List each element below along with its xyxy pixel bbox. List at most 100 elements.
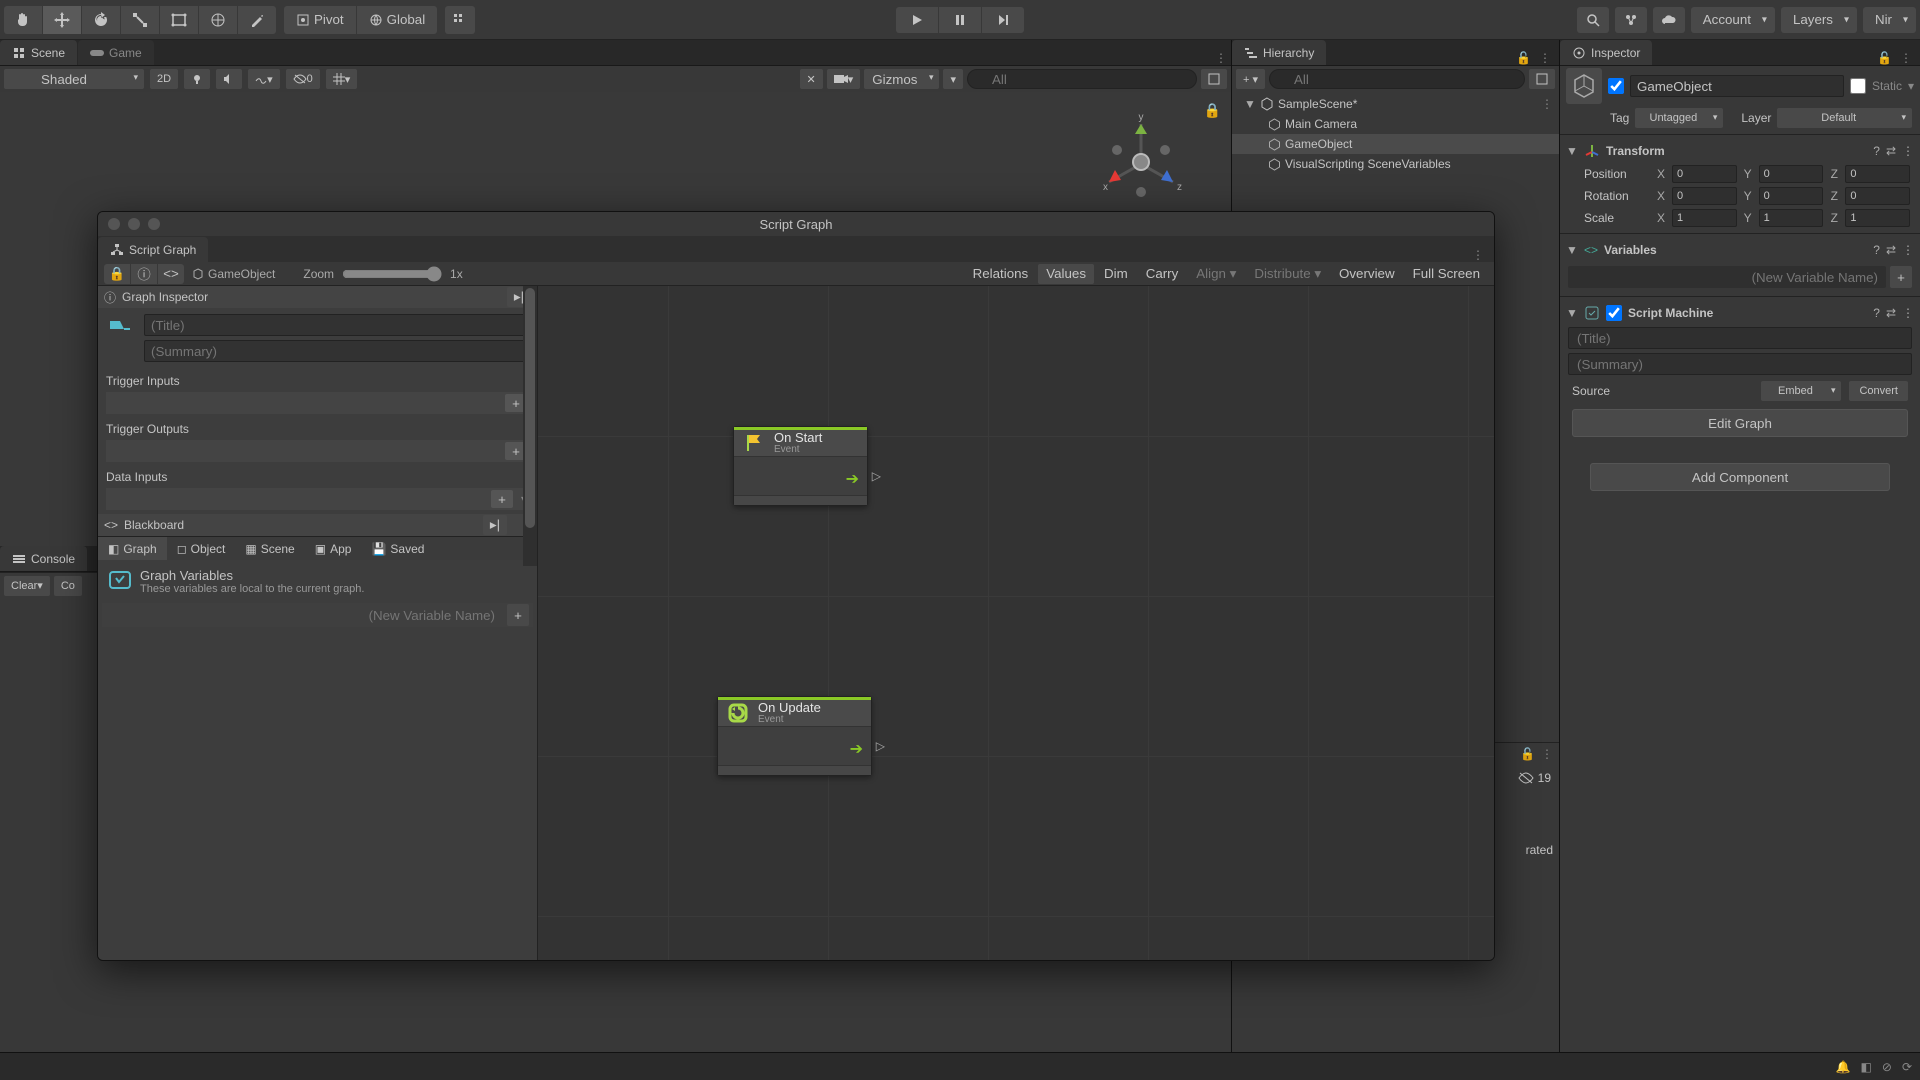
gizmos-dropdown[interactable]: Gizmos [864,69,939,89]
output-port[interactable]: ▷ [872,469,881,483]
graph-title-field[interactable] [1568,327,1912,349]
transform-header[interactable]: ▼ Transform ? ⇄ ⋮ [1560,139,1920,163]
scale-tool[interactable] [121,6,159,34]
status-icon-2[interactable]: ◧ [1861,1060,1872,1074]
tab-inspector[interactable]: Inspector [1560,40,1652,65]
graph-code-button[interactable]: <> [158,264,184,284]
values-button[interactable]: Values [1038,264,1094,284]
hierarchy-search-input[interactable] [1269,69,1525,89]
preset-icon[interactable]: ⇄ [1886,306,1896,320]
step-button[interactable] [982,7,1024,33]
transform-tool[interactable] [199,6,237,34]
foldout-arrow-icon[interactable]: ▼ [1566,144,1578,158]
node-header[interactable]: On Start Event [734,427,867,457]
overview-button[interactable]: Overview [1331,264,1403,284]
gizmos-extra[interactable]: ▾ [943,69,963,89]
search-button[interactable] [1577,7,1609,33]
hierarchy-item-gameobject[interactable]: GameObject [1232,134,1559,154]
add-variable-button[interactable]: + [1890,266,1912,288]
component-menu-icon[interactable]: ⋮ [1902,243,1914,257]
convert-button[interactable]: Convert [1849,381,1908,401]
lock-icon[interactable]: 🔒 [1204,102,1221,119]
graph-title-input[interactable] [144,314,529,336]
lower-lock-icon[interactable]: 🔓 [1520,747,1535,761]
fullscreen-button[interactable]: Full Screen [1405,264,1488,284]
tab-hierarchy[interactable]: Hierarchy [1232,40,1326,65]
add-component-button[interactable]: Add Component [1590,463,1890,491]
cloud-button[interactable] [1653,7,1685,33]
console-collapse-button[interactable]: Co [54,576,82,596]
distribute-dropdown[interactable]: Distribute ▾ [1246,264,1329,284]
lighting-toggle[interactable] [184,69,210,89]
object-active-checkbox[interactable] [1608,78,1624,94]
blackboard-collapse-button[interactable]: ▸| [483,515,507,535]
scale-x-field[interactable] [1672,209,1737,227]
hierarchy-item-scenevars[interactable]: VisualScripting SceneVariables [1232,154,1559,174]
grid-dropdown[interactable]: ▾ [326,69,358,89]
hierarchy-lock-icon[interactable]: 🔓 [1516,51,1531,65]
graph-canvas[interactable]: On Start Event ➔ ▷ On Update Event [538,286,1494,960]
rotation-z-field[interactable] [1845,187,1910,205]
dim-button[interactable]: Dim [1096,264,1136,284]
bb-tab-app[interactable]: ▣App [305,537,362,560]
graph-summary-field[interactable] [1568,353,1912,375]
sidebar-scrollbar[interactable] [523,286,537,566]
layer-dropdown[interactable]: Default [1777,108,1912,128]
position-y-field[interactable] [1759,165,1824,183]
draw-mode-dropdown[interactable]: Shaded [4,69,144,89]
zoom-slider[interactable] [342,266,442,282]
rect-tool[interactable] [160,6,198,34]
foldout-arrow-icon[interactable]: ▼ [1244,97,1256,111]
inspector-panel-menu[interactable]: ⋮ [1896,51,1916,65]
static-checkbox[interactable] [1850,78,1866,94]
traffic-close-icon[interactable] [108,218,120,230]
output-port[interactable]: ▷ [876,739,885,753]
bb-tab-saved[interactable]: 💾Saved [361,537,434,560]
script-graph-titlebar[interactable]: Script Graph [98,212,1494,236]
add-data-input-button[interactable]: + [491,490,513,508]
rotation-x-field[interactable] [1672,187,1737,205]
scrollbar-thumb[interactable] [525,288,535,528]
tab-console[interactable]: Console [0,546,87,571]
layout-dropdown[interactable]: Nir [1863,7,1916,33]
object-name-field[interactable] [1630,75,1844,97]
blackboard-new-var-field[interactable] [106,604,503,626]
bb-tab-scene[interactable]: ▦Scene [235,537,304,560]
fx-dropdown[interactable]: ▾ [248,69,280,89]
collab-button[interactable] [1615,7,1647,33]
traffic-minimize-icon[interactable] [128,218,140,230]
script-machine-header[interactable]: ▼ Script Machine ? ⇄ ⋮ [1560,301,1920,325]
hierarchy-panel-menu[interactable]: ⋮ [1535,51,1555,65]
component-menu-icon[interactable]: ⋮ [1902,144,1914,158]
layers-dropdown[interactable]: Layers [1781,7,1857,33]
help-icon[interactable]: ? [1873,144,1880,158]
custom-tool[interactable] [238,6,276,34]
align-dropdown[interactable]: Align ▾ [1188,264,1244,284]
pivot-toggle[interactable]: Pivot [284,6,356,34]
tab-game[interactable]: Game [78,40,154,65]
lower-panel-menu[interactable]: ⋮ [1541,747,1553,761]
scale-z-field[interactable] [1845,209,1910,227]
traffic-zoom-icon[interactable] [148,218,160,230]
help-icon[interactable]: ? [1873,243,1880,257]
foldout-arrow-icon[interactable]: ▼ [1566,243,1578,257]
status-icon-3[interactable]: ⊘ [1882,1060,1892,1074]
mode-2d-toggle[interactable]: 2D [150,69,178,89]
camera-dropdown[interactable]: ▾ [827,69,861,89]
new-variable-name-field[interactable] [1568,266,1886,288]
help-icon[interactable]: ? [1873,306,1880,320]
static-dropdown-arrow[interactable]: ▾ [1908,79,1914,93]
tab-script-graph[interactable]: Script Graph [98,237,208,262]
relations-button[interactable]: Relations [965,264,1037,284]
blackboard-add-button[interactable]: + [507,604,529,626]
scene-row-menu[interactable]: ⋮ [1541,97,1559,111]
component-menu-icon[interactable]: ⋮ [1902,306,1914,320]
hand-tool[interactable] [4,6,42,34]
preset-icon[interactable]: ⇄ [1886,243,1896,257]
hierarchy-visibility-button[interactable] [1529,69,1555,89]
position-x-field[interactable] [1672,165,1737,183]
node-on-update[interactable]: On Update Event ➔ ▷ [717,696,872,776]
play-button[interactable] [896,7,938,33]
foldout-arrow-icon[interactable]: ▼ [1566,306,1578,320]
hierarchy-create-dropdown[interactable]: + ▾ [1236,69,1265,89]
